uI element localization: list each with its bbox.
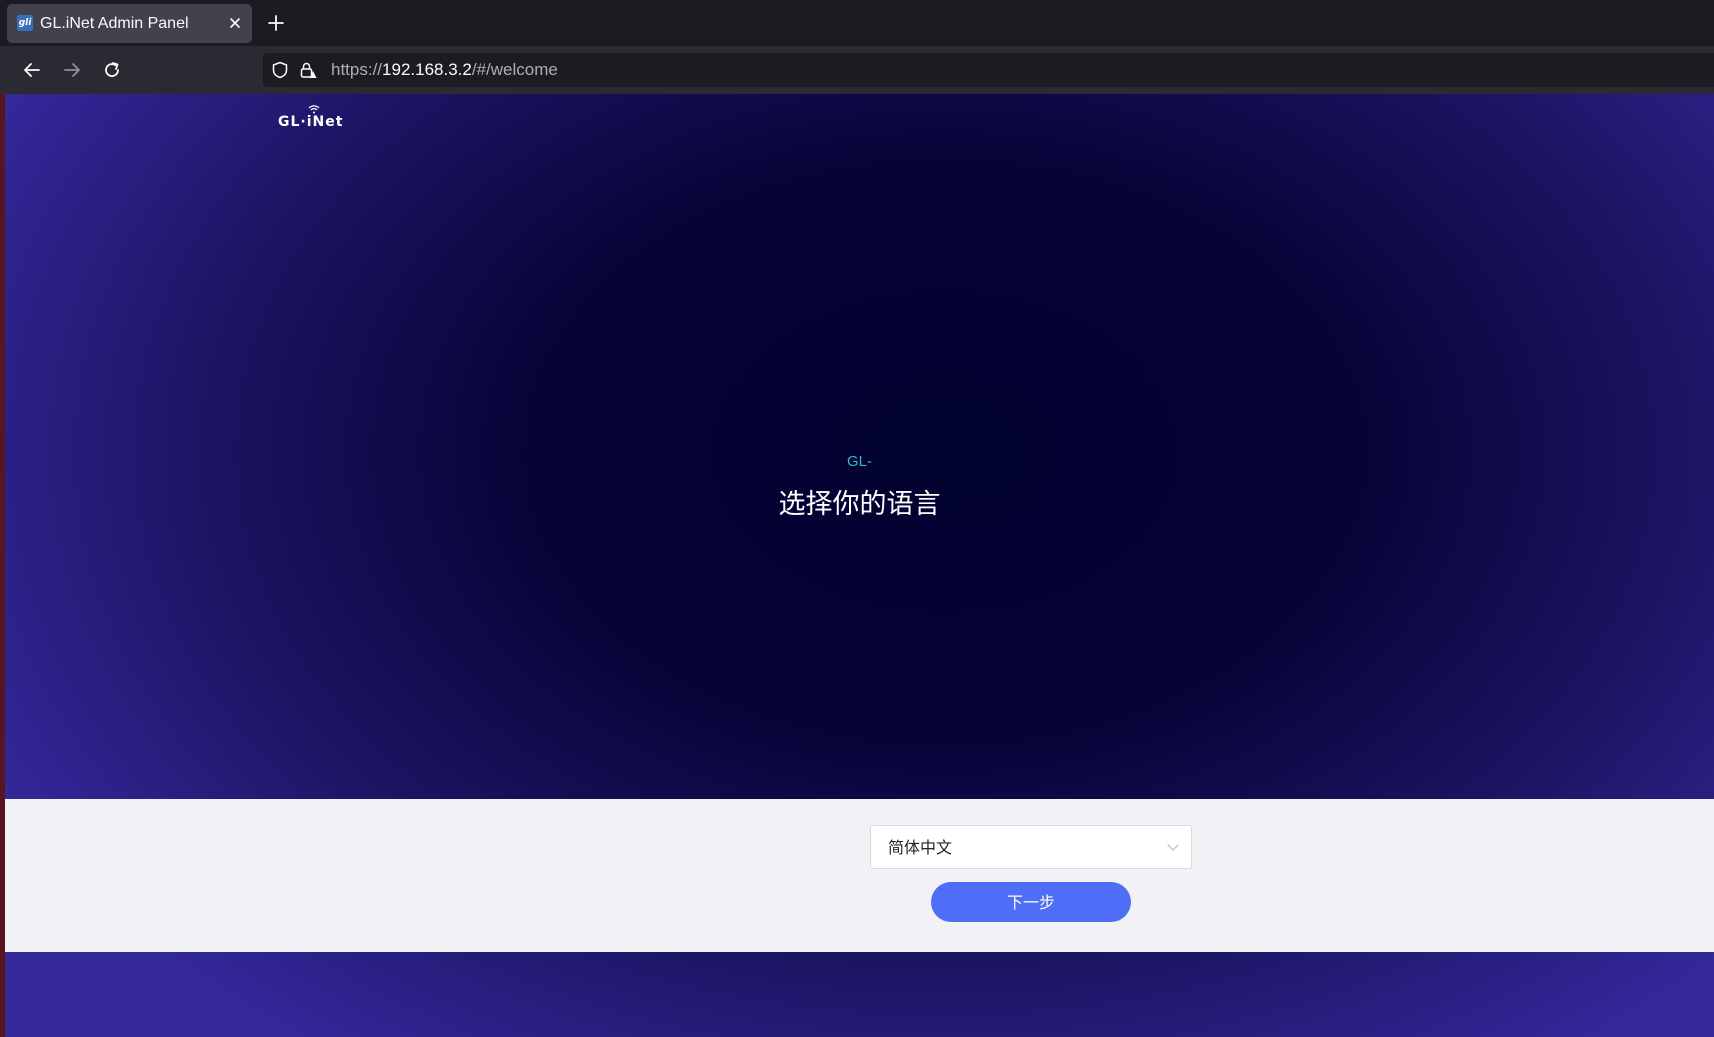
favicon-icon: gli — [17, 15, 33, 31]
language-select[interactable]: 简体中文 — [870, 825, 1192, 869]
reload-icon — [105, 62, 119, 77]
shield-icon[interactable] — [271, 61, 289, 79]
reload-button[interactable] — [100, 58, 124, 82]
welcome-page: GL·iNet GL- 选择你的语言 简体中文 下一步 — [5, 94, 1714, 1037]
new-tab-button[interactable] — [264, 11, 288, 35]
model-name: GL- — [846, 453, 872, 470]
url-host: 192.168.3.2 — [382, 60, 472, 79]
nav-toolbar: https://192.168.3.2/#/welcome — [0, 46, 1714, 94]
tab-title: GL.iNet Admin Panel — [40, 15, 189, 32]
lock-warning-icon[interactable] — [299, 61, 317, 79]
close-icon[interactable] — [225, 13, 245, 33]
chevron-down-icon — [1167, 844, 1179, 851]
page-title: 选择你的语言 — [778, 489, 941, 520]
next-button[interactable]: 下一步 — [931, 882, 1131, 922]
forward-button[interactable] — [60, 58, 84, 82]
url-bar[interactable]: https://192.168.3.2/#/welcome — [263, 53, 1714, 87]
browser-tab[interactable]: gli GL.iNet Admin Panel — [7, 4, 252, 43]
glinet-logo: GL·iNet — [278, 105, 344, 130]
wifi-icon — [308, 105, 320, 114]
url-scheme: https:// — [331, 60, 383, 79]
arrow-right-icon — [64, 63, 80, 77]
tab-strip: gli GL.iNet Admin Panel — [0, 0, 1714, 46]
language-select-value: 简体中文 — [888, 838, 953, 857]
language-panel: 简体中文 下一步 — [5, 799, 1714, 952]
back-button[interactable] — [20, 58, 44, 82]
plus-icon — [268, 15, 284, 31]
logo-text: GL·iNet — [278, 114, 344, 130]
arrow-left-icon — [24, 63, 40, 77]
url-path: /#/welcome — [471, 60, 558, 79]
url-text[interactable]: https://192.168.3.2/#/welcome — [331, 61, 558, 79]
